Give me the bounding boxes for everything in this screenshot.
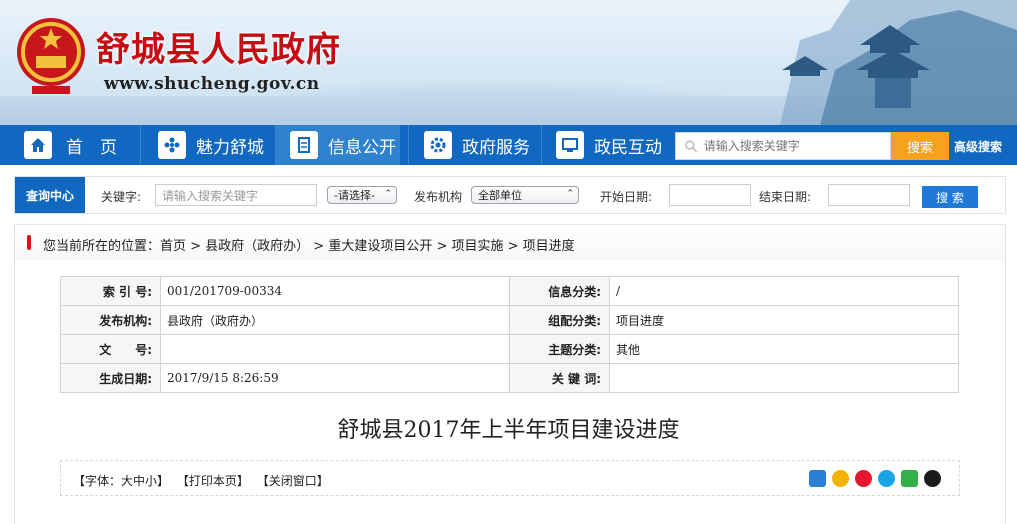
site-search-box [675, 132, 891, 160]
gear-icon [424, 131, 452, 159]
group-label: 组配分类: [509, 305, 610, 335]
query-center-label: 查询中心 [15, 177, 85, 213]
date-value: 2017/9/15 8:26:59 [160, 363, 510, 393]
nav-interact[interactable]: 政民互动 [556, 125, 662, 165]
document-icon [290, 131, 318, 159]
topic-label: 主题分类: [509, 334, 610, 364]
nav-home[interactable]: 首 页 [24, 125, 117, 165]
site-title[interactable]: 舒城县人民政府 [96, 22, 341, 71]
nav-info[interactable]: 信息公开 [276, 125, 400, 165]
monitor-icon [556, 131, 584, 159]
category-select-value: -请选择- [334, 189, 375, 202]
site-search-input[interactable] [703, 139, 890, 153]
keyword-input[interactable]: 请输入搜索关键字 [155, 184, 317, 206]
start-date-label: 开始日期: [600, 190, 653, 204]
article-tools-links: 【字体：大中小】 【打印本页】 【关闭窗口】 [73, 472, 329, 489]
share-wechat-icon[interactable] [901, 470, 918, 487]
nav-charm-label: 魅力舒城 [196, 137, 264, 158]
keyword-value [609, 363, 959, 393]
date-label: 生成日期: [60, 363, 161, 393]
publisher-label: 发布机构 [414, 190, 463, 204]
close-window-link[interactable]: 【关闭窗口】 [257, 474, 329, 488]
publisher-value: 县政府（政府办） [160, 305, 510, 335]
index-value: 001/201709-00334 [160, 276, 510, 306]
share-weibo-icon[interactable] [855, 470, 872, 487]
flower-icon [158, 131, 186, 159]
article-tools: 【字体：大中小】 【打印本页】 【关闭窗口】 [60, 460, 960, 496]
breadcrumb: 您当前所在的位置：首页 > 县政府（政府办） > 重大建设项目公开 > 项目实施… [14, 224, 1006, 260]
query-center: 查询中心 关键字: 请输入搜索关键字 -请选择- ⌃ 发布机构 全部单位 ⌃ 开… [14, 176, 1006, 214]
nav-home-label: 首 页 [66, 137, 117, 158]
table-row: 发布机构: 县政府（政府办） 组配分类: 项目进度 [60, 305, 959, 335]
pagoda-illustration [780, 0, 1017, 125]
print-link[interactable]: 【打印本页】 [177, 474, 249, 488]
table-row: 文 号: 主题分类: 其他 [60, 334, 959, 364]
category-value: / [609, 276, 959, 306]
publisher-select-value: 全部单位 [478, 189, 522, 202]
category-select[interactable]: -请选择- ⌃ [327, 186, 397, 204]
end-date-input[interactable] [828, 184, 910, 206]
topic-value: 其他 [609, 334, 959, 364]
docno-label: 文 号: [60, 334, 161, 364]
national-emblem-icon [17, 18, 85, 94]
table-row: 索 引 号: 001/201709-00334 信息分类: / [60, 276, 959, 306]
end-date-label: 结束日期: [759, 190, 812, 204]
nav-divider [140, 125, 141, 165]
nav-service[interactable]: 政府服务 [424, 125, 530, 165]
index-label: 索 引 号: [60, 276, 161, 306]
query-search-button[interactable]: 搜 索 [922, 186, 978, 208]
nav-charm[interactable]: 魅力舒城 [158, 125, 264, 165]
advanced-search-link[interactable]: 高级搜索 [954, 138, 1002, 155]
nav-interact-label: 政民互动 [594, 137, 662, 158]
keyword-label: 关键字: [101, 190, 142, 204]
publisher-label: 发布机构: [60, 305, 161, 335]
chevron-down-icon: ⌃ [384, 189, 392, 199]
header-banner: 舒城县人民政府 www.shucheng.gov.cn [0, 0, 1017, 125]
docno-value [160, 334, 510, 364]
site-search-button[interactable]: 搜索 [891, 132, 949, 160]
category-label: 信息分类: [509, 276, 610, 306]
share-qq-icon[interactable] [924, 470, 941, 487]
keyword-label: 关 键 词: [509, 363, 610, 393]
search-icon [685, 140, 698, 153]
nav-divider [541, 125, 542, 165]
share-tqq-icon[interactable] [878, 470, 895, 487]
nav-info-label: 信息公开 [328, 137, 396, 158]
breadcrumb-marker [27, 235, 31, 250]
publisher-select[interactable]: 全部单位 ⌃ [471, 186, 579, 204]
nav-divider [408, 125, 409, 165]
share-plus-icon[interactable] [809, 470, 826, 487]
document-info-table: 索 引 号: 001/201709-00334 信息分类: / 发布机构: 县政… [60, 276, 959, 393]
nav-service-label: 政府服务 [462, 137, 530, 158]
start-date-input[interactable] [669, 184, 751, 206]
document-title: 舒城县2017年上半年项目建设进度 [337, 418, 680, 443]
breadcrumb-text[interactable]: 您当前所在的位置：首页 > 县政府（政府办） > 重大建设项目公开 > 项目实施… [43, 235, 575, 254]
share-icons [809, 470, 941, 487]
share-qzone-icon[interactable] [832, 470, 849, 487]
site-url: www.shucheng.gov.cn [104, 74, 320, 94]
font-size-control[interactable]: 【字体：大中小】 [73, 474, 169, 488]
table-row: 生成日期: 2017/9/15 8:26:59 关 键 词: [60, 363, 959, 393]
group-value: 项目进度 [609, 305, 959, 335]
home-icon [24, 131, 52, 159]
chevron-down-icon: ⌃ [566, 189, 574, 199]
